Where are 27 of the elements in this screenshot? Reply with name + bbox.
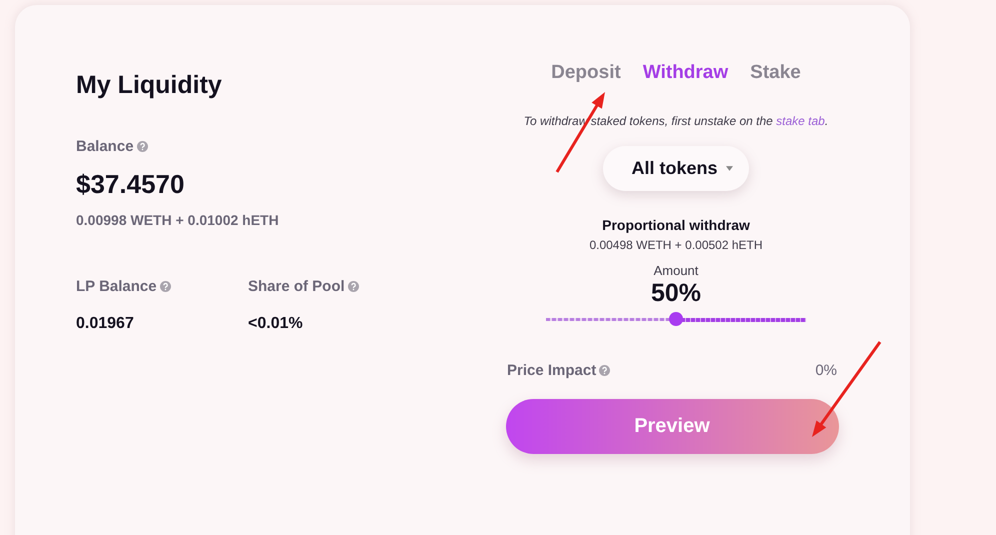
help-icon[interactable] [160, 281, 171, 292]
stake-tab-link[interactable]: stake tab [776, 114, 825, 128]
stat-label: LP Balance [76, 278, 157, 295]
stat-label: Share of Pool [248, 278, 345, 295]
help-icon[interactable] [599, 365, 610, 376]
price-impact-label: Price Impact [507, 362, 596, 379]
token-dropdown[interactable]: All tokens [603, 146, 749, 191]
card-title: My Liquidity [76, 71, 223, 100]
tab[interactable]: Stake [750, 62, 801, 84]
balance-label: Balance [76, 138, 134, 155]
caret-icon [726, 166, 733, 171]
stat-value: <0.01% [248, 315, 304, 333]
balance-value: $37.4570 [76, 169, 186, 200]
slider-thumb[interactable] [669, 312, 683, 326]
price-impact-value: 0% [815, 362, 837, 379]
amount-label: Amount [654, 263, 698, 278]
balance-breakdown: 0.00998 WETH + 0.01002 hETH [76, 212, 280, 228]
help-icon[interactable] [348, 281, 359, 292]
withdraw-breakdown: 0.00498 WETH + 0.00502 hETH [589, 238, 763, 252]
withdraw-title: Proportional withdraw [602, 217, 750, 233]
tab[interactable]: Withdraw [642, 62, 728, 84]
tab[interactable]: Deposit [551, 62, 621, 84]
amount-value: 50% [650, 279, 702, 308]
amount-slider[interactable] [546, 312, 806, 326]
help-icon[interactable] [136, 141, 148, 152]
preview-button[interactable]: Preview [506, 399, 838, 454]
stat-value: 0.01967 [76, 315, 135, 333]
